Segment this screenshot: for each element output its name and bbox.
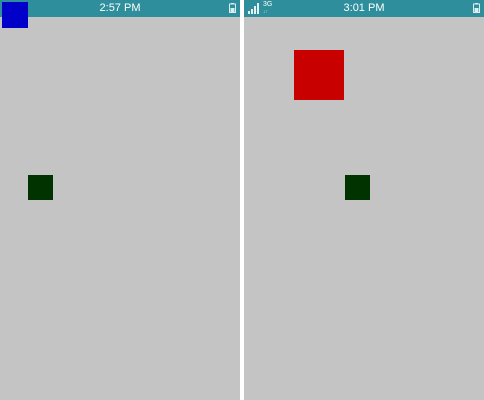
battery-icon [229,3,236,13]
battery-icon [473,3,480,13]
status-time: 2:57 PM [99,2,141,14]
blue-square [2,2,28,28]
screenshot-stage: 2:57 PM 3G ↓↑ 3:01 PM [0,0,484,400]
status-time: 3:01 PM [343,2,385,14]
red-square [294,50,344,100]
status-bar: 2:57 PM [0,0,240,17]
left-phone-screen: 2:57 PM [0,0,240,400]
dark-green-square [345,175,370,200]
right-phone-screen: 3G ↓↑ 3:01 PM [244,0,484,400]
dark-green-square [28,175,53,200]
status-bar: 3G ↓↑ 3:01 PM [244,0,484,17]
